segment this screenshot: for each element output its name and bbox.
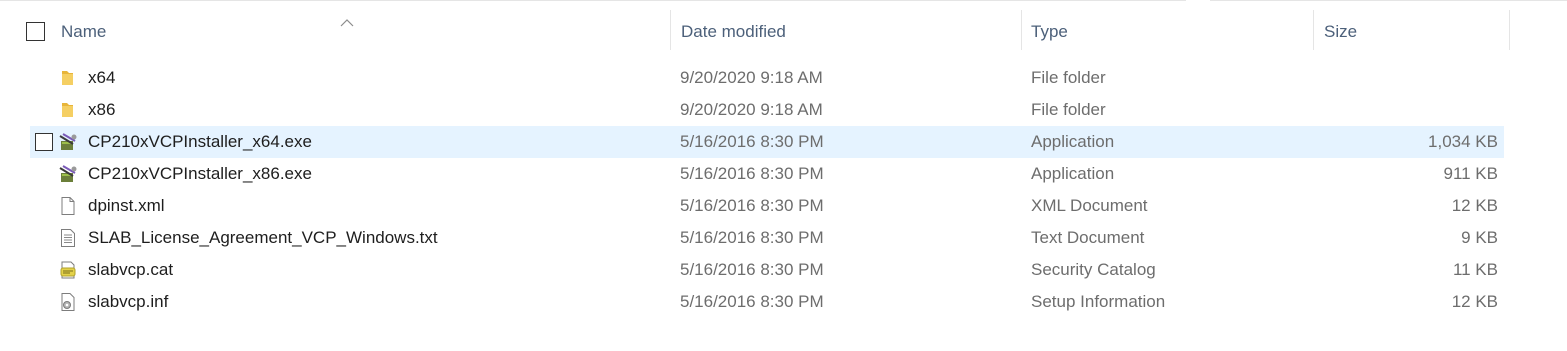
file-type: Text Document bbox=[1031, 228, 1145, 247]
installer-icon bbox=[58, 132, 78, 152]
file-row[interactable]: SLAB_License_Agreement_VCP_Windows.txt 5/… bbox=[30, 222, 1504, 254]
file-name: slabvcp.inf bbox=[88, 292, 169, 311]
file-row[interactable]: CP210xVCPInstaller_x64.exe 5/16/2016 8:30… bbox=[30, 126, 1504, 158]
column-divider[interactable] bbox=[1313, 10, 1314, 50]
file-size: 12 KB bbox=[1451, 196, 1498, 215]
file-row[interactable]: x86 9/20/2020 9:18 AM File folder bbox=[30, 94, 1504, 126]
column-divider[interactable] bbox=[670, 10, 671, 50]
column-header-type[interactable]: Type bbox=[1031, 22, 1068, 42]
file-size: 911 KB bbox=[1443, 164, 1498, 183]
file-size: 12 KB bbox=[1451, 292, 1498, 311]
top-border-right bbox=[1210, 0, 1567, 1]
file-name: SLAB_License_Agreement_VCP_Windows.txt bbox=[88, 228, 438, 247]
file-size: 9 KB bbox=[1461, 228, 1498, 247]
file-date-modified: 5/16/2016 8:30 PM bbox=[680, 292, 824, 311]
text-file-icon bbox=[58, 228, 78, 248]
file-type: Security Catalog bbox=[1031, 260, 1156, 279]
file-name: dpinst.xml bbox=[88, 196, 165, 215]
column-header-date-modified[interactable]: Date modified bbox=[681, 22, 786, 42]
file-name: x64 bbox=[88, 68, 116, 87]
file-date-modified: 9/20/2020 9:18 AM bbox=[680, 68, 823, 87]
file-row[interactable]: x64 9/20/2020 9:18 AM File folder bbox=[30, 62, 1504, 94]
file-name: x86 bbox=[88, 100, 116, 119]
file-date-modified: 5/16/2016 8:30 PM bbox=[680, 164, 824, 183]
column-header-row: Name Date modified Type Size bbox=[0, 10, 1510, 50]
column-header-name[interactable]: Name bbox=[61, 22, 106, 42]
column-divider[interactable] bbox=[1509, 10, 1510, 50]
file-row[interactable]: slabvcp.cat 5/16/2016 8:30 PM Security Cat… bbox=[30, 254, 1504, 286]
file-type: File folder bbox=[1031, 68, 1106, 87]
column-header-size[interactable]: Size bbox=[1324, 22, 1357, 42]
file-type: Application bbox=[1031, 132, 1115, 151]
file-name: CP210xVCPInstaller_x86.exe bbox=[88, 164, 312, 183]
file-size: 11 KB bbox=[1452, 260, 1498, 279]
file-row[interactable]: slabvcp.inf 5/16/2016 8:30 PM Setup Inform… bbox=[30, 286, 1504, 318]
column-divider[interactable] bbox=[1021, 10, 1022, 50]
file-type: Setup Information bbox=[1031, 292, 1166, 311]
installer-icon bbox=[58, 164, 78, 184]
folder-icon bbox=[58, 100, 78, 120]
file-date-modified: 5/16/2016 8:30 PM bbox=[680, 228, 824, 247]
file-name: CP210xVCPInstaller_x64.exe bbox=[88, 132, 312, 151]
folder-icon bbox=[58, 68, 78, 88]
sort-ascending-icon bbox=[340, 19, 354, 27]
file-type: XML Document bbox=[1031, 196, 1148, 215]
file-row[interactable]: CP210xVCPInstaller_x86.exe 5/16/2016 8:30… bbox=[30, 158, 1504, 190]
file-type: File folder bbox=[1031, 100, 1106, 119]
file-type: Application bbox=[1031, 164, 1115, 183]
file-name: slabvcp.cat bbox=[88, 260, 174, 279]
select-all-checkbox[interactable] bbox=[26, 22, 45, 41]
security-catalog-icon bbox=[58, 260, 78, 280]
row-checkbox[interactable] bbox=[35, 133, 53, 151]
file-date-modified: 5/16/2016 8:30 PM bbox=[680, 260, 824, 279]
file-date-modified: 5/16/2016 8:30 PM bbox=[680, 132, 824, 151]
setup-info-icon bbox=[58, 292, 78, 312]
file-row[interactable]: dpinst.xml 5/16/2016 8:30 PM XML Document 1… bbox=[30, 190, 1504, 222]
file-date-modified: 9/20/2020 9:18 AM bbox=[680, 100, 823, 119]
xml-file-icon bbox=[58, 196, 78, 216]
file-size: 1,034 KB bbox=[1428, 132, 1498, 151]
file-date-modified: 5/16/2016 8:30 PM bbox=[680, 196, 824, 215]
top-border bbox=[0, 0, 1186, 1]
